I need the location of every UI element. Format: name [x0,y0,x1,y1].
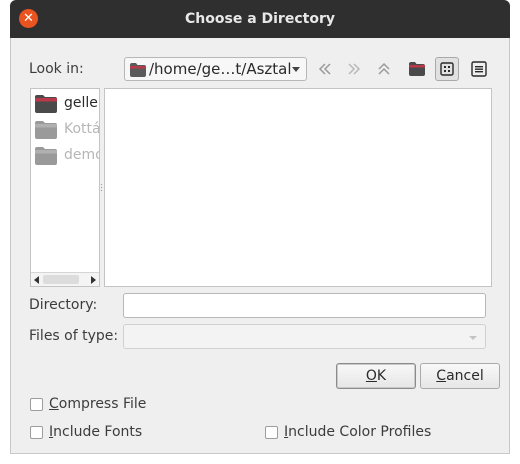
checkbox-box[interactable] [30,398,43,411]
detail-view-icon [471,61,487,77]
window-title: Choose a Directory [185,11,335,27]
compress-file-label: Compress File [49,396,146,412]
forward-button[interactable] [342,57,366,81]
home-folder-icon [130,63,146,77]
parent-directory-icon [378,62,390,75]
cancel-button-mnemonic: C [436,368,447,384]
new-folder-button[interactable] [405,57,429,81]
include-fonts-checkbox[interactable]: Include Fonts [30,424,190,442]
folder-icon [35,147,57,165]
sidebar-item-demo[interactable]: demo [34,144,100,166]
scroll-left-icon[interactable] [34,276,39,284]
include-color-profiles-text: nclude Color Profiles [288,424,432,440]
ok-button-label: K [376,368,387,384]
compress-file-mnemonic: C [49,396,59,412]
sidebar-item-label: geller [64,95,100,111]
include-fonts-text: nclude Fonts [53,424,143,440]
files-of-type-select[interactable] [123,324,486,349]
ok-button[interactable]: OK [336,363,416,389]
forward-icon [348,63,361,75]
ok-button-mnemonic: O [365,368,377,384]
title-bar: ✕ Choose a Directory [10,0,510,38]
compress-file-text: ompress File [58,396,147,412]
sidebar: geller Kottá demo [30,88,100,287]
back-icon [318,63,331,75]
compress-file-checkbox[interactable]: Compress File [30,396,190,414]
sidebar-horizontal-scrollbar[interactable] [31,272,99,286]
chevron-down-icon [469,336,477,340]
icon-view-button[interactable] [435,57,459,81]
look-in-path: /home/ge…t/Asztal [149,60,292,78]
folder-icon [35,121,57,139]
home-folder-icon [35,95,57,113]
directory-input[interactable] [123,293,486,318]
parent-directory-button[interactable] [372,57,396,81]
scrollbar-thumb[interactable] [43,275,79,284]
checkbox-box[interactable] [30,426,43,439]
icon-view-icon [440,62,454,76]
new-folder-icon [409,62,425,76]
detail-view-button[interactable] [467,57,491,81]
checkbox-box[interactable] [265,426,278,439]
back-button[interactable] [313,57,337,81]
look-in-combo[interactable]: /home/ge…t/Asztal [124,57,307,81]
include-fonts-label: Include Fonts [49,424,142,440]
scroll-right-icon[interactable] [91,276,96,284]
file-list-pane[interactable] [104,88,492,287]
sidebar-item-kotta[interactable]: Kottá [34,118,100,140]
directory-dialog: Look in: /home/ge…t/Asztal geller Kottá … [10,38,510,454]
look-in-label: Look in: [29,61,84,77]
cancel-button[interactable]: Cancel [420,363,500,389]
include-color-profiles-checkbox[interactable]: Include Color Profiles [265,424,465,442]
chevron-down-icon [292,67,300,72]
sidebar-item-label: Kottá [64,121,100,137]
sidebar-item-label: demo [64,147,100,163]
sidebar-item-geller[interactable]: geller [34,92,100,114]
cancel-button-label: ancel [446,368,484,384]
files-of-type-label: Files of type: [29,328,119,344]
include-color-profiles-label: Include Color Profiles [284,424,431,440]
directory-label: Directory: [29,297,98,313]
